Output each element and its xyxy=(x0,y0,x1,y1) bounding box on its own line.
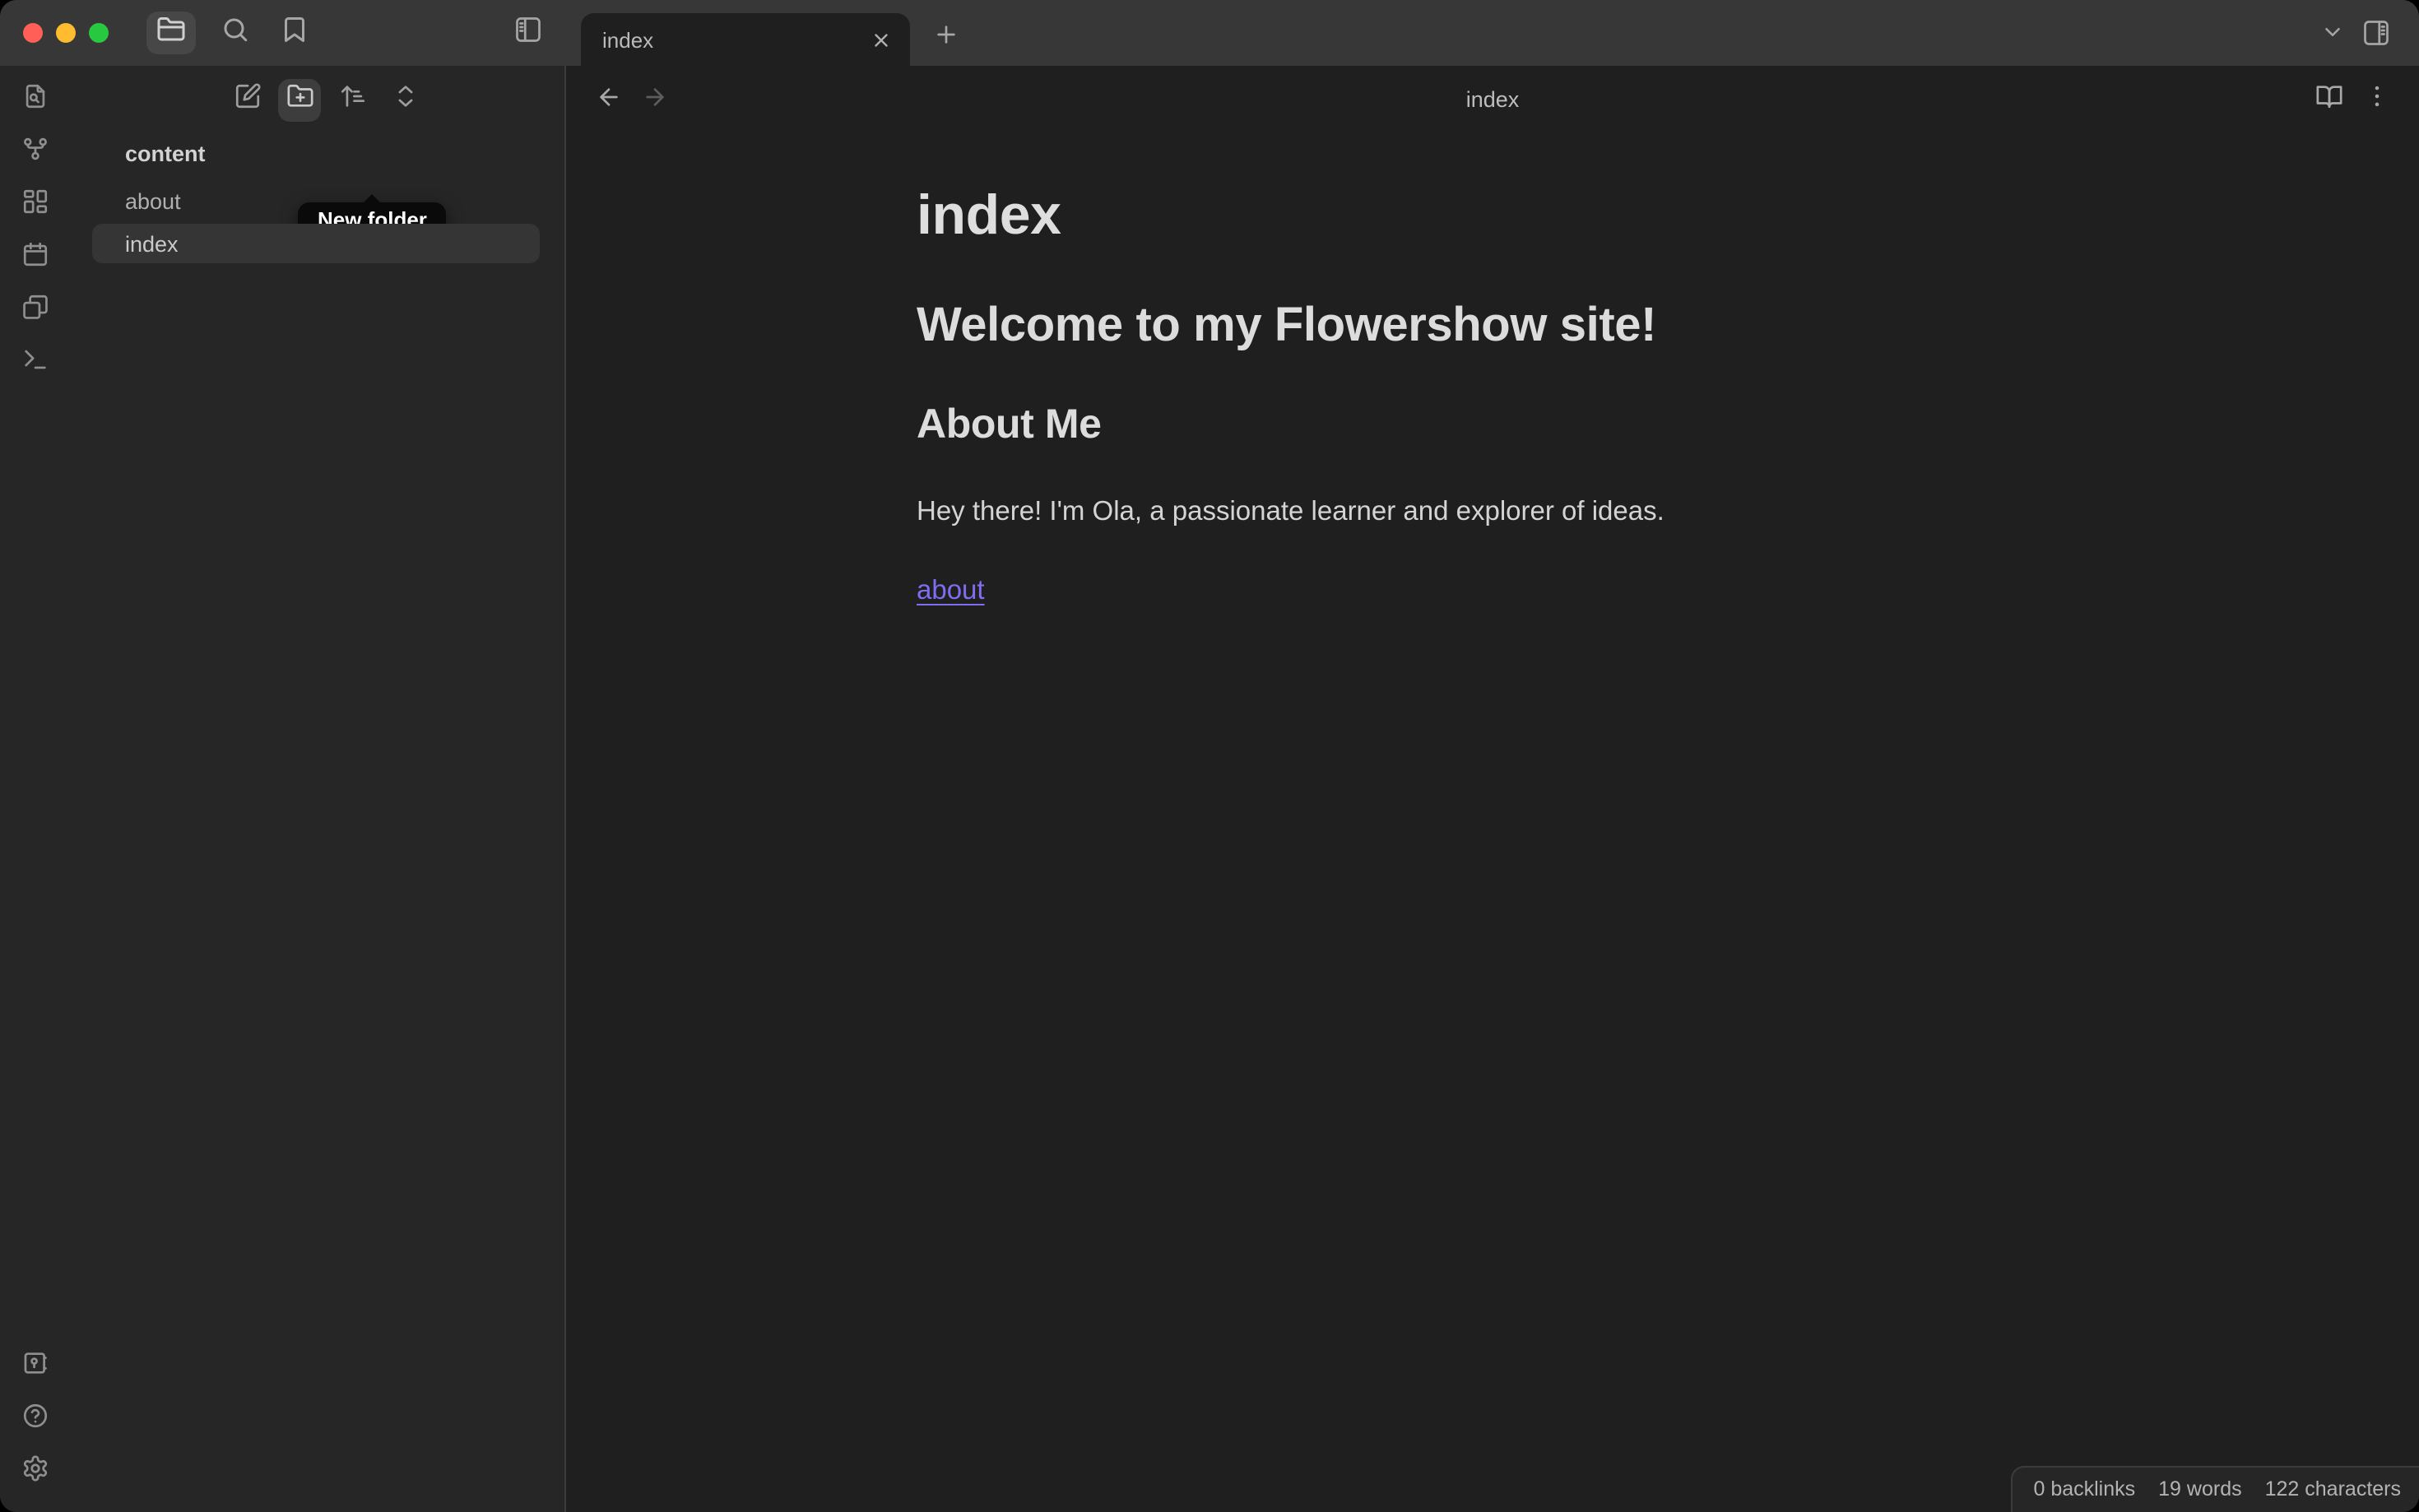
zoom-window-button[interactable] xyxy=(89,23,109,43)
close-window-button[interactable] xyxy=(23,23,43,43)
canvas-button[interactable] xyxy=(16,188,55,219)
sort-ascending-icon xyxy=(338,82,366,118)
intro-paragraph: Hey there! I'm Ola, a passionate learner… xyxy=(917,497,1665,526)
sort-order-button[interactable] xyxy=(331,79,374,122)
tab-index[interactable]: index xyxy=(581,13,910,66)
close-tab-button[interactable] xyxy=(862,21,898,58)
minimize-window-button[interactable] xyxy=(56,23,76,43)
file-explorer: New folder content about index xyxy=(71,66,566,1512)
status-bar: 0 backlinks 19 words 122 characters xyxy=(2010,1466,2419,1512)
square-pen-icon xyxy=(233,82,261,118)
calendar-icon xyxy=(21,239,49,276)
file-name: about xyxy=(125,188,181,213)
panel-left-toggle-icon xyxy=(513,14,543,52)
more-options-button[interactable] xyxy=(2356,82,2396,118)
new-note-button[interactable] xyxy=(225,79,268,122)
new-tab-button[interactable] xyxy=(925,16,968,59)
titlebar: index xyxy=(0,0,2419,66)
tab-title: index xyxy=(602,27,654,52)
panel-right-toggle-icon xyxy=(2361,17,2391,55)
arrow-right-icon xyxy=(642,83,668,118)
folder-icon xyxy=(156,14,186,52)
expand-collapse-button[interactable] xyxy=(383,79,426,122)
help-button[interactable] xyxy=(16,1403,55,1433)
character-count: 122 characters xyxy=(2264,1477,2401,1500)
pane-header: index xyxy=(566,66,2419,132)
layout-dashboard-icon xyxy=(21,187,49,223)
book-open-icon xyxy=(2315,82,2342,118)
collapse-left-sidebar-button[interactable] xyxy=(504,12,553,54)
about-link[interactable]: about xyxy=(917,576,985,607)
terminal-button[interactable] xyxy=(16,349,55,377)
vault-icon xyxy=(21,1348,49,1384)
graph-view-button[interactable] xyxy=(16,137,55,166)
heading-welcome: Welcome to my Flowershow site! xyxy=(917,299,1657,351)
settings-button[interactable] xyxy=(16,1454,55,1486)
reading-mode-button[interactable] xyxy=(2309,82,2348,118)
expand-right-sidebar-button[interactable] xyxy=(2352,15,2401,58)
heading-about-me: About Me xyxy=(917,401,1102,448)
note-inline-title: index xyxy=(917,184,1061,247)
file-search-icon xyxy=(21,81,49,118)
bookmarks-button[interactable] xyxy=(270,12,319,54)
file-item-about[interactable]: about xyxy=(92,181,540,220)
terminal-icon xyxy=(21,345,49,381)
open-vault-button[interactable] xyxy=(16,1352,55,1380)
word-count: 19 words xyxy=(2158,1477,2242,1500)
search-button[interactable] xyxy=(211,12,260,54)
graph-icon xyxy=(21,134,49,170)
new-folder-button[interactable] xyxy=(278,79,321,122)
bookmark-icon xyxy=(280,14,309,52)
chevrons-up-down-icon xyxy=(391,82,419,118)
file-item-index-selected[interactable]: index xyxy=(92,224,540,263)
copy-icon xyxy=(21,292,49,328)
vault-title[interactable]: content xyxy=(125,141,206,166)
obsidian-window: index New folder content about index ind… xyxy=(0,0,2419,1512)
arrow-left-icon xyxy=(596,83,622,118)
navigate-back-button[interactable] xyxy=(589,82,629,118)
chevron-down-icon xyxy=(2319,20,2344,53)
daily-note-button[interactable] xyxy=(16,241,55,271)
pane-title: index xyxy=(1465,86,1520,111)
files-toggle-button[interactable] xyxy=(146,12,196,54)
search-icon xyxy=(221,14,250,52)
help-circle-icon xyxy=(21,1401,49,1437)
gear-icon xyxy=(21,1454,49,1490)
main-pane: index index Welcome to my Flowershow sit… xyxy=(566,66,2419,1512)
folder-plus-icon xyxy=(286,82,313,118)
tab-list-dropdown-button[interactable] xyxy=(2307,15,2356,58)
note-content: index Welcome to my Flowershow site! Abo… xyxy=(917,132,2068,607)
navigate-forward-button[interactable] xyxy=(635,82,675,118)
file-name: index xyxy=(125,231,179,256)
left-ribbon xyxy=(0,66,71,1512)
backlinks-count[interactable]: 0 backlinks xyxy=(2033,1477,2135,1500)
quick-switcher-button[interactable] xyxy=(16,83,55,114)
templates-button[interactable] xyxy=(16,294,55,324)
plus-icon xyxy=(933,21,959,55)
more-vertical-icon xyxy=(2362,82,2390,118)
